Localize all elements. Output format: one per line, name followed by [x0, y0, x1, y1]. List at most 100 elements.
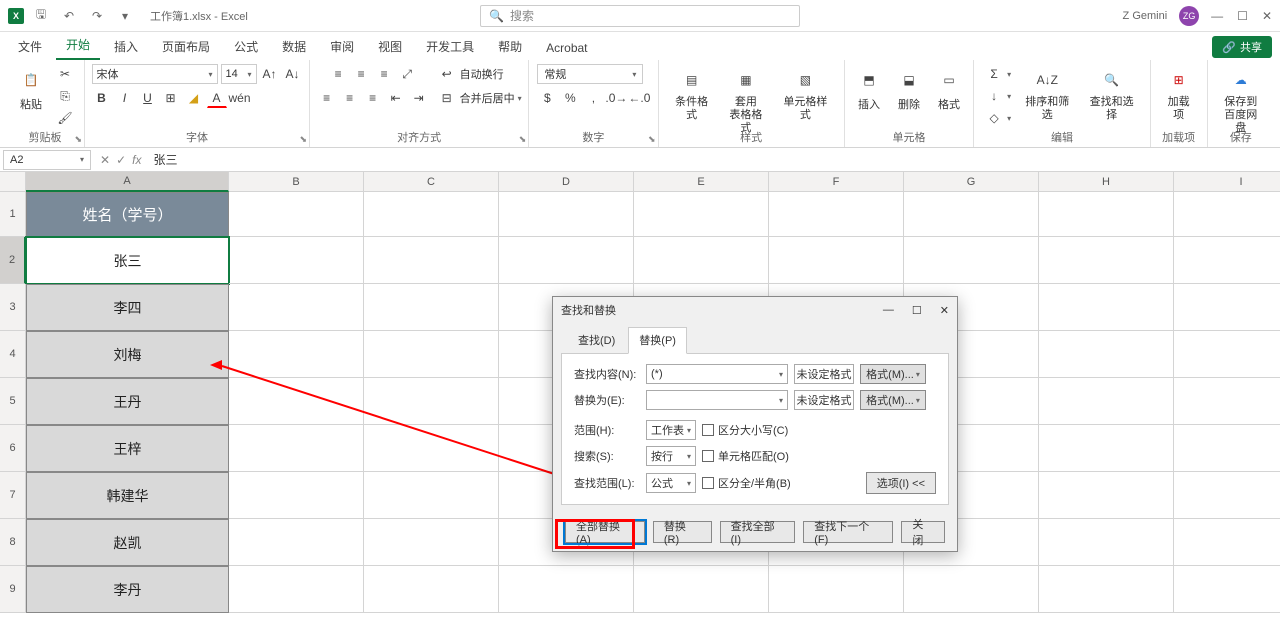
row-header-2[interactable]: 2 [0, 237, 26, 284]
increase-font-icon[interactable]: A↑ [260, 64, 280, 84]
close-button[interactable]: 关闭 [901, 521, 945, 543]
find-select-button[interactable]: 🔍查找和选择 [1083, 64, 1139, 124]
phonetic-button[interactable]: wén [230, 88, 250, 108]
options-button[interactable]: 选项(I) << [866, 472, 936, 494]
scope-select[interactable]: 工作表▾ [646, 420, 696, 440]
name-box[interactable]: A2▾ [3, 150, 91, 170]
font-size-select[interactable]: 14▾ [221, 64, 257, 84]
cell-empty[interactable] [1174, 331, 1280, 378]
close-icon[interactable]: ✕ [1262, 9, 1272, 23]
merge-icon[interactable]: ⊟ [437, 88, 457, 108]
tab-layout[interactable]: 页面布局 [152, 32, 220, 60]
replace-button[interactable]: 替换(R) [653, 521, 712, 543]
col-header-E[interactable]: E [634, 172, 769, 192]
cell-empty[interactable] [229, 284, 364, 331]
cell-empty[interactable] [904, 566, 1039, 613]
cell-data[interactable]: 李四 [26, 284, 229, 331]
col-header-H[interactable]: H [1039, 172, 1174, 192]
user-avatar[interactable]: ZG [1179, 6, 1199, 26]
number-format-select[interactable]: 常规▾ [537, 64, 643, 84]
cell-data[interactable]: 王梓 [26, 425, 229, 472]
cell-empty[interactable] [229, 425, 364, 472]
col-header-A[interactable]: A [26, 172, 229, 192]
dialog-titlebar[interactable]: 查找和替换 — ☐ ✕ [553, 297, 957, 323]
fill-icon[interactable]: ↓ [984, 86, 1004, 106]
cell-data[interactable]: 王丹 [26, 378, 229, 425]
col-header-C[interactable]: C [364, 172, 499, 192]
cell-data[interactable]: 韩建华 [26, 472, 229, 519]
align-left-icon[interactable]: ≡ [317, 88, 337, 108]
paste-button[interactable]: 📋 粘贴 [15, 64, 47, 114]
match-cell-checkbox[interactable]: 单元格匹配(O) [702, 448, 789, 464]
table-format-button[interactable]: ▦套用 表格格式 [723, 64, 769, 138]
italic-button[interactable]: I [115, 88, 135, 108]
align-center-icon[interactable]: ≡ [340, 88, 360, 108]
cell-data[interactable]: 赵凯 [26, 519, 229, 566]
replace-format-button[interactable]: 格式(M)...▾ [860, 390, 926, 410]
cell-empty[interactable] [1039, 284, 1174, 331]
cell-empty[interactable] [1039, 425, 1174, 472]
cell-empty[interactable] [1174, 237, 1280, 284]
find-format-button[interactable]: 格式(M)...▾ [860, 364, 926, 384]
cell-empty[interactable] [229, 331, 364, 378]
row-header-9[interactable]: 9 [0, 566, 26, 613]
cell-empty[interactable] [1039, 331, 1174, 378]
row-header-7[interactable]: 7 [0, 472, 26, 519]
dialog-minimize-icon[interactable]: — [883, 304, 894, 317]
tab-insert[interactable]: 插入 [104, 32, 148, 60]
cell-styles-button[interactable]: ▧单元格样式 [777, 64, 834, 124]
cell-empty[interactable] [229, 519, 364, 566]
cell-empty[interactable] [229, 472, 364, 519]
align-right-icon[interactable]: ≡ [363, 88, 383, 108]
cell-empty[interactable] [1174, 566, 1280, 613]
cell-empty[interactable] [229, 378, 364, 425]
cell-empty[interactable] [364, 566, 499, 613]
redo-icon[interactable]: ↷ [86, 5, 108, 27]
bold-button[interactable]: B [92, 88, 112, 108]
cell-empty[interactable] [1174, 472, 1280, 519]
sort-filter-button[interactable]: A↓Z排序和筛选 [1019, 64, 1075, 124]
tab-review[interactable]: 审阅 [320, 32, 364, 60]
cell-empty[interactable] [769, 237, 904, 284]
cell-empty[interactable] [904, 237, 1039, 284]
cell-empty[interactable] [1039, 472, 1174, 519]
search-select[interactable]: 按行▾ [646, 446, 696, 466]
row-header-6[interactable]: 6 [0, 425, 26, 472]
cell-empty[interactable] [769, 566, 904, 613]
number-launcher-icon[interactable]: ⬊ [648, 134, 656, 145]
row-header-1[interactable]: 1 [0, 192, 26, 237]
share-button[interactable]: 🔗 共享 [1212, 36, 1272, 58]
fx-icon[interactable]: fx [132, 153, 141, 167]
save-icon[interactable]: 🖫 [30, 5, 52, 27]
clipboard-launcher-icon[interactable]: ⬊ [74, 134, 82, 145]
copy-icon[interactable]: ⎘ [55, 86, 75, 106]
tab-help[interactable]: 帮助 [488, 32, 532, 60]
clear-icon[interactable]: ◇ [984, 108, 1004, 128]
autosum-icon[interactable]: Σ [984, 64, 1004, 84]
save-baidu-button[interactable]: ☁保存到 百度网盘 [1218, 64, 1264, 138]
col-header-D[interactable]: D [499, 172, 634, 192]
maximize-icon[interactable]: ☐ [1237, 9, 1248, 23]
cell-empty[interactable] [364, 378, 499, 425]
delete-cells-button[interactable]: ⬓删除 [893, 64, 925, 114]
cell-data[interactable]: 刘梅 [26, 331, 229, 378]
cell-empty[interactable] [634, 566, 769, 613]
cut-icon[interactable]: ✂ [55, 64, 75, 84]
col-header-I[interactable]: I [1174, 172, 1280, 192]
align-bottom-icon[interactable]: ≡ [374, 64, 394, 84]
cell-empty[interactable] [364, 331, 499, 378]
cell-header[interactable]: 姓名（学号） [26, 192, 229, 237]
decimal-inc-icon[interactable]: .0→ [606, 88, 626, 108]
cell-empty[interactable] [364, 425, 499, 472]
cell-empty[interactable] [1039, 192, 1174, 237]
cell-empty[interactable] [769, 192, 904, 237]
border-button[interactable]: ⊞ [161, 88, 181, 108]
tab-file[interactable]: 文件 [8, 32, 52, 60]
dialog-maximize-icon[interactable]: ☐ [912, 304, 922, 317]
decrease-font-icon[interactable]: A↓ [283, 64, 303, 84]
tab-data[interactable]: 数据 [272, 32, 316, 60]
select-all-corner[interactable] [0, 172, 26, 192]
find-all-button[interactable]: 查找全部(I) [720, 521, 796, 543]
cell-empty[interactable] [499, 237, 634, 284]
cell-empty[interactable] [904, 192, 1039, 237]
